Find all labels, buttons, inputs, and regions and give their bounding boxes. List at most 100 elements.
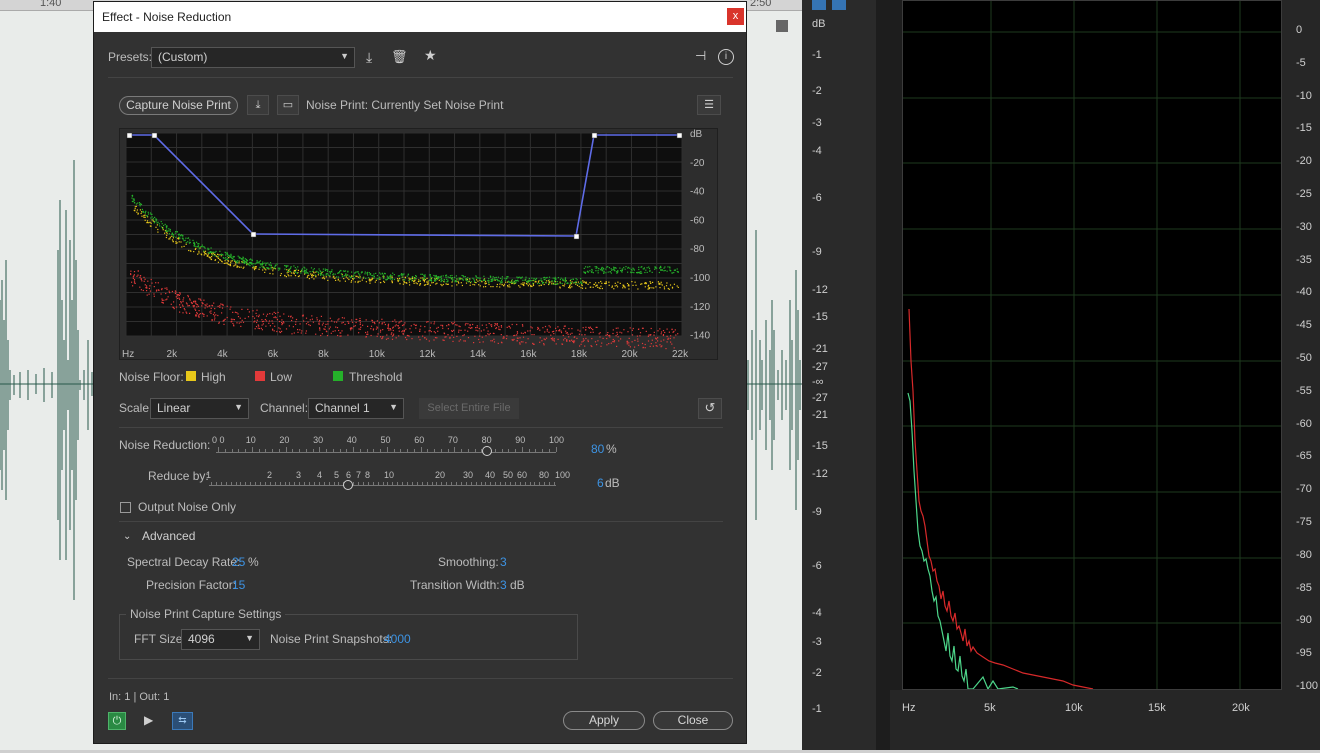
noise-floor-point [133, 280, 136, 282]
noise-floor-point [463, 340, 465, 342]
noise-floor-point [430, 279, 433, 281]
noise-floor-point [583, 267, 585, 269]
noise-floor-point [133, 279, 136, 281]
noise-floor-point [445, 276, 447, 278]
title-bar[interactable]: Effect - Noise Reduction x [94, 2, 746, 32]
apply-button[interactable]: Apply [563, 711, 645, 730]
noise-floor-point [187, 237, 189, 239]
noise-floor-point [150, 222, 152, 224]
power-toggle-icon[interactable]: ⏻ [108, 712, 126, 730]
precision-factor-value[interactable]: 15 [232, 578, 245, 592]
slider-tick [323, 482, 325, 485]
noise-floor-point [655, 345, 657, 347]
noise-floor-point [175, 306, 178, 308]
noise-floor-point [244, 317, 246, 319]
noise-floor-point [337, 334, 339, 337]
noise-floor-point [323, 278, 326, 280]
delete-preset-icon[interactable]: 🗑 [391, 49, 408, 65]
noise-floor-point [590, 327, 593, 330]
noise-floor-point [364, 273, 366, 275]
noise-floor-point [296, 272, 298, 274]
slider-knob[interactable] [482, 446, 492, 456]
noise-floor-point [382, 336, 384, 338]
reduce-by-value[interactable]: 6 [597, 476, 604, 490]
noise-floor-point [429, 284, 431, 286]
noise-floor-point [522, 341, 524, 343]
noise-floor-point [319, 327, 321, 329]
slider-knob[interactable] [343, 480, 353, 490]
capture-noise-print-button[interactable]: Capture Noise Print [119, 96, 238, 115]
noise-floor-point [488, 282, 490, 284]
noise-floor-point [325, 323, 327, 325]
slider-tick [528, 449, 530, 452]
presets-dropdown[interactable]: (Custom) ▼ [151, 47, 355, 68]
channel-dropdown[interactable]: Channel 1 ▼ [308, 398, 404, 419]
smoothing-value[interactable]: 3 [500, 555, 507, 569]
open-folder-icon[interactable]: ▭ [277, 95, 299, 115]
noise-floor-point [210, 258, 213, 261]
save-noise-print-icon[interactable]: ⤓ [247, 95, 269, 115]
noise-floor-point [187, 294, 189, 297]
close-button[interactable]: Close [653, 711, 733, 730]
noise-floor-point [582, 327, 584, 329]
select-entire-file-button[interactable]: Select Entire File [419, 398, 519, 419]
panel-menu-icon[interactable]: ☰ [697, 95, 721, 115]
chevron-down-icon[interactable]: ⌄ [123, 531, 131, 542]
noise-floor-point [492, 279, 494, 281]
noise-floor-point [484, 283, 486, 285]
noise-floor-point [327, 269, 329, 271]
reduce-by-slider[interactable]: 1 2 3 4 5 6 7 8 10 20 30 40 50 60 80 100 [206, 468, 570, 498]
noise-floor-point [237, 316, 240, 318]
noise-floor-point [268, 320, 271, 322]
slider-tick [305, 449, 307, 452]
noise-profile-graph[interactable]: dB -20 -40 -60 -80 -100 -120 -140 Hz 2k 4k 6k 8k 10k… [119, 128, 718, 360]
zoom-corner-icon[interactable] [776, 20, 788, 32]
output-noise-only-checkbox[interactable] [120, 502, 131, 513]
advanced-toggle[interactable]: Advanced [142, 529, 195, 543]
noise-floor-point [645, 282, 647, 284]
play-icon[interactable]: ▶ [144, 713, 153, 727]
noise-floor-point [218, 257, 220, 259]
headphones-icon[interactable] [812, 0, 826, 10]
noise-floor-point [640, 270, 642, 273]
noise-floor-point [601, 282, 603, 284]
noise-floor-point [502, 337, 504, 339]
noise-floor-point [320, 334, 322, 337]
transition-width-value[interactable]: 3 [500, 578, 507, 592]
noise-floor-point [321, 277, 324, 279]
noise-floor-point [548, 325, 550, 327]
noise-floor-point [408, 279, 410, 281]
loop-icon[interactable]: ⇆ [172, 712, 193, 730]
noise-floor-point [226, 253, 229, 255]
noise-floor-point [661, 269, 663, 271]
reset-icon[interactable]: ↺ [698, 398, 722, 419]
noise-floor-point [161, 298, 163, 300]
noise-floor-point [149, 290, 151, 292]
noise-floor-point [597, 340, 599, 342]
noise-floor-point [162, 227, 164, 229]
noise-floor-point [389, 276, 391, 278]
noise-floor-point [204, 307, 206, 309]
noise-floor-point [628, 342, 630, 344]
noise-floor-point [423, 274, 425, 276]
spectrum-db-label: -45 [1296, 319, 1312, 332]
info-icon[interactable]: i [718, 49, 734, 65]
spectral-decay-value[interactable]: 25 [232, 555, 245, 569]
noise-floor-point [465, 282, 468, 284]
favorite-star-icon[interactable]: ★ [424, 47, 437, 64]
noise-floor-point [555, 330, 558, 332]
noise-floor-point [430, 280, 433, 282]
fft-size-dropdown[interactable]: 4096 ▼ [181, 629, 260, 650]
slider-tick [420, 447, 422, 452]
save-preset-icon[interactable]: ⤓ [366, 49, 372, 66]
noise-floor-point [623, 329, 625, 331]
noise-floor-point [132, 285, 134, 287]
noise-reduction-value[interactable]: 80 [591, 442, 604, 456]
routing-icon[interactable]: ⊣ [695, 48, 706, 64]
close-window-button[interactable]: x [727, 8, 744, 25]
scale-dropdown[interactable]: Linear ▼ [150, 398, 249, 419]
noise-reduction-slider[interactable]: 0 0 10 20 30 40 50 60 70 80 90 100 [212, 435, 564, 465]
filter-icon[interactable] [832, 0, 846, 10]
snapshots-value[interactable]: 4000 [384, 632, 411, 646]
noise-floor-point [580, 287, 582, 289]
